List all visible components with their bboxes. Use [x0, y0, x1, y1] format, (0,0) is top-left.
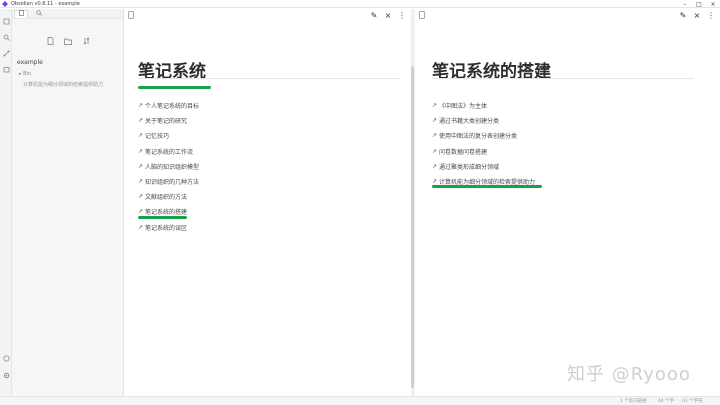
internal-link-icon: ↗ [138, 178, 144, 186]
list-item[interactable]: ↗ 文献组织的方法 [138, 189, 199, 204]
edit-button[interactable]: ✎ [679, 10, 687, 20]
help-icon[interactable] [2, 354, 10, 362]
note-pane-left: ✎ × ⋮ 笔记系统 ↗ 个人笔记系统的目标 ↗ 关于笔记的研究 ↗ 记忆技巧 ↗ 笔记… [124, 9, 412, 396]
link-highlight-underline [138, 216, 187, 219]
watermark: 知乎 @Ryooo [567, 364, 691, 385]
list-item[interactable]: ↗ 使用中图法的复分表创建分类 [432, 128, 535, 143]
link-list: ↗ 《中图法》为主体 ↗ 通过书籍大类创建分类 ↗ 使用中图法的复分表创建分类 ↗ 问卷… [432, 98, 535, 189]
file-item[interactable]: 计算机能为细分领域的检索提供助力 [23, 81, 103, 88]
daily-note-icon[interactable] [2, 65, 10, 73]
close-pane-button[interactable]: × [384, 10, 392, 20]
title-divider [138, 78, 400, 79]
word-count: 44 个字 [658, 399, 675, 404]
more-options-button[interactable]: ⋮ [398, 10, 406, 20]
edit-button[interactable]: ✎ [370, 10, 378, 20]
internal-link-icon: ↗ [138, 117, 144, 125]
new-folder-icon[interactable] [64, 37, 72, 45]
list-item[interactable]: ↗ 通过书籍大类创建分类 [432, 113, 535, 128]
list-item[interactable]: ↗ 通过聚类形成细分领域 [432, 159, 535, 174]
internal-link-icon: ↗ [138, 208, 144, 216]
status-bar: 1 个反向链接 44 个字 61 个字符 [0, 396, 720, 405]
link-highlight-underline [432, 185, 542, 188]
minimize-button[interactable]: – [678, 0, 692, 8]
document-icon[interactable] [419, 11, 425, 19]
maximize-button[interactable]: □ [692, 0, 706, 8]
tab-files[interactable] [14, 9, 28, 18]
list-item[interactable]: ↗ 《中图法》为主体 [432, 98, 535, 113]
settings-icon[interactable] [2, 371, 10, 379]
backlinks-count[interactable]: 1 个反向链接 [620, 398, 647, 404]
list-item[interactable]: ↗ 个人笔记系统的目标 [138, 98, 199, 113]
graph-icon[interactable] [2, 49, 10, 57]
internal-link-icon: ↗ [432, 102, 438, 110]
new-note-icon[interactable] [46, 37, 54, 45]
internal-link-icon: ↗ [432, 117, 438, 125]
search-icon[interactable] [2, 33, 10, 41]
title-divider [432, 78, 694, 79]
internal-link-icon: ↗ [432, 162, 438, 170]
more-options-button[interactable]: ⋮ [707, 10, 715, 20]
pane-header: ✎ × ⋮ [415, 9, 720, 21]
list-item[interactable]: ↗ 关于笔记的研究 [138, 113, 199, 128]
internal-link-icon: ↗ [432, 147, 438, 155]
list-item[interactable]: ↗ 笔记系统的工作流 [138, 144, 199, 159]
link-list: ↗ 个人笔记系统的目标 ↗ 关于笔记的研究 ↗ 记忆技巧 ↗ 笔记系统的工作流 ↗ 人脑的… [138, 98, 199, 235]
internal-link-icon: ↗ [432, 132, 438, 140]
sort-icon[interactable] [82, 37, 90, 45]
list-item[interactable]: ↗ 知识组织的几种方法 [138, 174, 199, 189]
note-pane-right: ✎ × ⋮ 笔记系统的搭建 ↗ 《中图法》为主体 ↗ 通过书籍大类创建分类 ↗ 使用中… [415, 9, 720, 396]
pane-header: ✎ × ⋮ [124, 9, 411, 21]
file-icon [18, 10, 24, 18]
file-explorer: example ▸ Bin 计算机能为细分领域的检索提供助力 [12, 9, 124, 396]
search-icon [36, 9, 42, 18]
title-bar: Obsidian v0.8.11 - example – □ × [0, 0, 720, 8]
char-count: 61 个字符 [682, 399, 703, 404]
internal-link-icon: ↗ [432, 178, 438, 186]
list-item[interactable]: ↗ 笔记系统的误区 [138, 220, 199, 235]
vault-name[interactable]: example [17, 59, 43, 66]
list-item[interactable]: ↗ 记忆技巧 [138, 128, 199, 143]
close-window-button[interactable]: × [706, 0, 720, 8]
folder-bin[interactable]: ▸ Bin [19, 71, 31, 77]
explorer-actions [46, 37, 90, 45]
internal-link-icon: ↗ [138, 162, 144, 170]
internal-link-icon: ↗ [138, 193, 144, 201]
title-highlight-underline [138, 86, 211, 89]
document-icon[interactable] [128, 11, 134, 19]
scrollbar[interactable] [411, 66, 414, 388]
window-title: Obsidian v0.8.11 - example [11, 0, 80, 7]
left-ribbon [0, 9, 12, 396]
list-item[interactable]: ↗ 问卷数据问卷搭建 [432, 144, 535, 159]
internal-link-icon: ↗ [138, 223, 144, 231]
obsidian-logo-icon [2, 0, 8, 7]
window-controls: – □ × [678, 0, 720, 8]
tab-search[interactable] [32, 9, 46, 18]
sidebar-tabs [12, 9, 123, 19]
internal-link-icon: ↗ [138, 147, 144, 155]
internal-link-icon: ↗ [138, 102, 144, 110]
close-pane-button[interactable]: × [693, 10, 701, 20]
list-item[interactable]: ↗ 人脑的知识组织模型 [138, 159, 199, 174]
internal-link-icon: ↗ [138, 132, 144, 140]
open-vault-icon[interactable] [2, 17, 10, 25]
